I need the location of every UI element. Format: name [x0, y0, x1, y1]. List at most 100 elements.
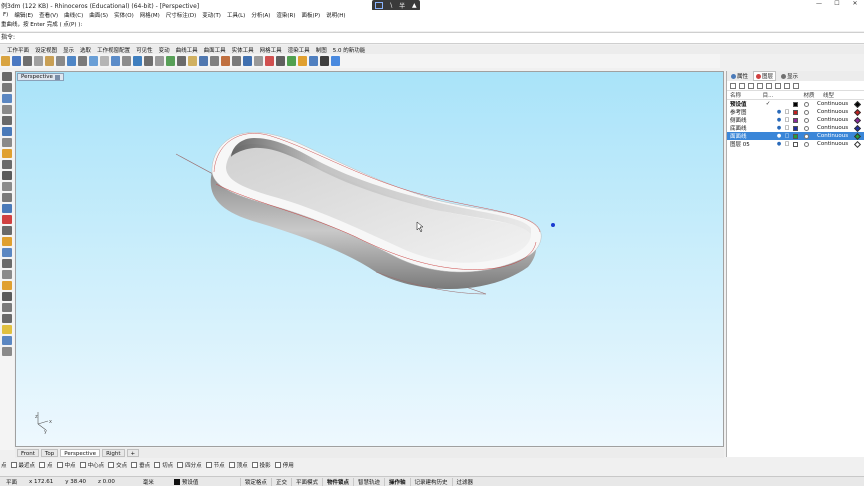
chevron-down-icon[interactable] [54, 74, 60, 80]
layer-material[interactable] [799, 101, 813, 107]
left-tool-icon[interactable] [2, 259, 12, 268]
osnap-checkbox[interactable] [205, 462, 212, 468]
layer-name[interactable]: 图层 05 [727, 140, 761, 148]
toolbar-tab[interactable]: 可见性 [133, 46, 156, 54]
panel-tab[interactable]: 图层 [753, 71, 777, 81]
lightbulb-icon[interactable]: ● [775, 141, 783, 147]
layer-name[interactable]: 侧面线 [727, 116, 761, 124]
menu-item[interactable]: 曲面(S) [86, 11, 111, 19]
header-name[interactable]: 名称 [727, 91, 761, 99]
left-tool-icon[interactable] [2, 226, 12, 235]
toolbar-tool-icon[interactable] [265, 56, 274, 66]
osnap-option[interactable]: 中点 [56, 461, 76, 469]
osnap-option[interactable]: 停用 [274, 461, 294, 469]
menu-item[interactable]: 分析(A) [248, 11, 273, 19]
toolbar-tool-icon[interactable] [331, 56, 340, 66]
osnap-checkbox[interactable] [274, 462, 281, 468]
layer-name[interactable]: 底面线 [727, 124, 761, 132]
left-tool-icon[interactable] [2, 127, 12, 136]
toolbar-tool-icon[interactable] [298, 56, 307, 66]
layer-linetype[interactable]: Continuous [813, 141, 853, 147]
left-tool-icon[interactable] [2, 215, 12, 224]
print-color[interactable] [853, 140, 861, 148]
move-down-icon[interactable] [766, 82, 772, 89]
layer-linetype[interactable]: Continuous [813, 117, 853, 123]
toolbar-tool-icon[interactable] [320, 56, 329, 66]
layer-linetype[interactable]: Continuous [813, 125, 853, 131]
layer-material[interactable] [799, 133, 813, 139]
left-tool-icon[interactable] [2, 314, 12, 323]
left-tool-icon[interactable] [2, 138, 12, 147]
layer-name[interactable]: 预设值 [727, 100, 761, 108]
layer-material[interactable] [799, 141, 813, 147]
minimize-button[interactable]: — [810, 0, 828, 10]
osnap-option[interactable]: 点 [39, 461, 53, 469]
toolbar-tool-icon[interactable] [199, 56, 208, 66]
layer-color[interactable] [791, 109, 799, 115]
close-button[interactable]: ✕ [846, 0, 864, 10]
osnap-option[interactable]: 最近点 [10, 461, 35, 469]
left-tool-icon[interactable] [2, 347, 12, 356]
lock-icon[interactable]: □ [783, 141, 791, 147]
status-toggle[interactable]: 平面模式 [290, 477, 322, 486]
osnap-option[interactable]: 切点 [154, 461, 173, 469]
left-tool-icon[interactable] [2, 94, 12, 103]
toolbar-tab[interactable]: 网格工具 [257, 46, 285, 54]
header-linetype[interactable]: 线型 [819, 91, 859, 99]
osnap-option[interactable]: 点 [1, 461, 7, 469]
layer-current-mark[interactable]: ✓ [761, 101, 775, 107]
osnap-option[interactable]: 交点 [108, 461, 127, 469]
status-toggle[interactable]: 过滤器 [451, 477, 478, 486]
layer-row[interactable]: 参考图 ● □ Continuous [727, 108, 864, 116]
toolbar-tab[interactable]: 显示 [60, 46, 77, 54]
new-layer-icon[interactable] [730, 82, 736, 89]
osnap-checkbox[interactable] [228, 462, 235, 468]
left-tool-icon[interactable] [2, 182, 12, 191]
panel-tab[interactable]: 属性 [729, 72, 750, 80]
layer-color[interactable] [791, 133, 799, 139]
layer-material[interactable] [799, 117, 813, 123]
print-color[interactable] [853, 100, 861, 108]
filter-icon[interactable] [775, 82, 781, 89]
menu-item[interactable]: 编辑(E) [11, 11, 36, 19]
current-layer[interactable]: 预设值 [160, 478, 240, 486]
osnap-option[interactable]: 顶点 [228, 461, 248, 469]
left-tool-icon[interactable] [2, 248, 12, 257]
osnap-checkbox[interactable] [10, 462, 17, 468]
toolbar-tab[interactable]: 工作平面 [4, 46, 32, 54]
lightbulb-icon[interactable]: ● [775, 133, 783, 139]
osnap-checkbox[interactable] [39, 462, 46, 468]
left-tool-icon[interactable] [2, 292, 12, 301]
header-current[interactable]: 目... [761, 91, 775, 99]
panel-tab[interactable]: 显示 [779, 72, 800, 80]
status-toggle[interactable]: 操作轴 [384, 477, 410, 486]
osnap-checkbox[interactable] [251, 462, 258, 468]
osnap-option[interactable]: 垂点 [131, 461, 150, 469]
toolbar-tool-icon[interactable] [133, 56, 142, 66]
osnap-checkbox[interactable] [177, 462, 184, 468]
delete-layer-icon[interactable] [748, 82, 754, 89]
viewport-title[interactable]: Perspective [17, 73, 64, 81]
menu-item[interactable]: 面板(P) [299, 11, 324, 19]
layer-row[interactable]: 图层 05 ● □ Continuous [727, 140, 864, 148]
toolbar-tool-icon[interactable] [122, 56, 131, 66]
layer-name[interactable]: 面面线 [727, 132, 761, 140]
maximize-button[interactable]: ☐ [828, 0, 846, 10]
print-color[interactable] [853, 116, 861, 124]
lock-icon[interactable]: □ [783, 125, 791, 131]
viewport-tab[interactable]: Right [102, 449, 125, 457]
left-tool-icon[interactable] [2, 72, 12, 81]
print-color[interactable] [853, 132, 861, 140]
left-tool-icon[interactable] [2, 83, 12, 92]
toolbar-tool-icon[interactable] [155, 56, 164, 66]
toolbar-tool-icon[interactable] [23, 56, 32, 66]
left-tool-icon[interactable] [2, 303, 12, 312]
toolbar-tab[interactable]: 工作视窗配置 [94, 46, 133, 54]
layer-linetype[interactable]: Continuous [813, 101, 853, 107]
menu-item[interactable]: 尺寸标注(D) [163, 11, 200, 19]
lightbulb-icon[interactable]: ● [775, 117, 783, 123]
toolbar-tool-icon[interactable] [144, 56, 153, 66]
osnap-option[interactable]: 中心点 [79, 461, 104, 469]
perspective-viewport[interactable]: Perspective z x y [15, 71, 724, 447]
layer-name[interactable]: 参考图 [727, 108, 761, 116]
